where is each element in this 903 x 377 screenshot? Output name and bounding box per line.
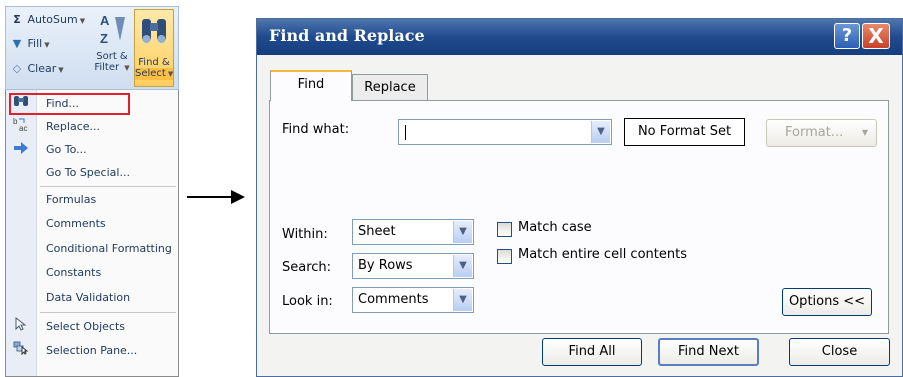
- svg-text:A: A: [100, 13, 110, 28]
- selection-pane-icon: [12, 340, 30, 362]
- find-highlight-box: [9, 93, 130, 115]
- menu-item-constants[interactable]: Constants: [6, 262, 178, 284]
- chevron-down-icon[interactable]: ▼: [591, 121, 610, 143]
- cursor-icon: [12, 316, 30, 338]
- chevron-down-icon[interactable]: ▼: [453, 221, 472, 243]
- menu-separator: [40, 186, 176, 187]
- chevron-down-icon[interactable]: ▼: [453, 255, 472, 277]
- match-case-label: Match case: [518, 220, 592, 235]
- find-what-label: Find what:: [282, 122, 350, 137]
- sort-filter-label-2: Filter ▼: [94, 62, 130, 73]
- close-window-button[interactable]: X: [862, 23, 890, 49]
- arrow-right-icon: [12, 139, 30, 161]
- find-tab-panel: Find what: ▼ No Format Set Format... ▼ W…: [269, 100, 889, 334]
- dropdown-arrow-icon: ▼: [861, 128, 868, 137]
- sort-filter-label-1: Sort &: [96, 51, 128, 62]
- close-button[interactable]: Close: [789, 338, 890, 366]
- sigma-icon: Σ: [13, 13, 21, 26]
- within-value: Sheet: [358, 224, 396, 239]
- dropdown-arrow-icon: ▼: [79, 17, 86, 25]
- menu-item-label: Formulas: [46, 193, 97, 206]
- menu-item-label: Selection Pane...: [46, 344, 138, 357]
- find-select-label-2: Select ▼: [135, 68, 174, 80]
- menu-item-label: Comments: [46, 217, 106, 230]
- find-select-label-1: Find &: [138, 57, 170, 68]
- sort-az-icon: A Z: [97, 11, 127, 47]
- menu-item-label: Select Objects: [46, 320, 125, 333]
- find-what-input[interactable]: ▼: [398, 119, 612, 145]
- options-button[interactable]: Options <<: [782, 288, 872, 316]
- fill-label: Fill: [27, 37, 43, 50]
- chevron-down-icon[interactable]: ▼: [453, 289, 472, 311]
- match-entire-label: Match entire cell contents: [518, 247, 687, 262]
- look-in-label: Look in:: [282, 294, 333, 309]
- menu-item-label: Data Validation: [46, 291, 131, 304]
- dialog-title: Find and Replace: [269, 26, 425, 45]
- menu-separator: [40, 312, 176, 313]
- match-entire-checkbox[interactable]: [497, 249, 512, 264]
- dialog-titlebar[interactable]: Find and Replace ? X: [257, 19, 902, 55]
- menu-item-conditional-formatting[interactable]: Conditional Formatting: [6, 238, 178, 260]
- match-case-checkbox[interactable]: [497, 222, 512, 237]
- no-format-set-box: No Format Set: [624, 118, 745, 146]
- menu-item-formulas[interactable]: Formulas: [6, 189, 178, 211]
- menu-item-label: Go To...: [46, 143, 87, 156]
- editing-ribbon-group: Σ AutoSum ▼ ▼ Fill ▼ ◇ Clear ▼ A Z Sort & F…: [5, 6, 179, 90]
- find-replace-dialog: Find and Replace ? X Find Replace Find w…: [256, 18, 903, 377]
- dropdown-arrow-icon: ▼: [44, 41, 50, 49]
- svg-text:ac: ac: [19, 124, 27, 132]
- binoculars-icon: [135, 10, 173, 57]
- menu-item-label: Conditional Formatting: [46, 242, 172, 255]
- menu-item-data-validation[interactable]: Data Validation: [6, 287, 178, 309]
- look-in-select[interactable]: Comments ▼: [352, 287, 474, 313]
- menu-item-selection-pane[interactable]: Selection Pane...: [6, 340, 178, 362]
- svg-text:Z: Z: [100, 31, 108, 46]
- replace-icon: b ac: [12, 116, 30, 141]
- menu-item-goto[interactable]: Go To...: [6, 139, 178, 161]
- look-in-value: Comments: [358, 292, 429, 307]
- clear-button[interactable]: ◇ Clear ▼: [10, 62, 64, 75]
- tab-find[interactable]: Find: [270, 70, 352, 101]
- autosum-button[interactable]: Σ AutoSum ▼: [10, 13, 85, 26]
- eraser-icon: ◇: [12, 62, 22, 75]
- within-label: Within:: [282, 227, 328, 242]
- menu-item-label: Go To Special...: [46, 166, 130, 179]
- svg-text:b: b: [13, 117, 18, 126]
- menu-item-comments[interactable]: Comments: [6, 213, 178, 235]
- pointer-arrow-line: [187, 196, 233, 198]
- search-value: By Rows: [358, 258, 413, 273]
- menu-item-label: Replace...: [46, 120, 101, 133]
- tab-replace-label: Replace: [364, 80, 416, 95]
- search-select[interactable]: By Rows ▼: [352, 253, 474, 279]
- menu-item-replace[interactable]: b ac Replace...: [6, 116, 178, 138]
- menu-item-select-objects[interactable]: Select Objects: [6, 316, 178, 338]
- format-button-label: Format...: [785, 125, 844, 140]
- autosum-label: AutoSum: [27, 13, 78, 26]
- clear-label: Clear: [27, 62, 57, 75]
- menu-item-label: Constants: [46, 266, 102, 279]
- find-all-button[interactable]: Find All: [542, 338, 642, 366]
- menu-item-goto-special[interactable]: Go To Special...: [6, 162, 178, 184]
- format-button[interactable]: Format... ▼: [766, 119, 877, 147]
- within-select[interactable]: Sheet ▼: [352, 219, 474, 245]
- tab-replace[interactable]: Replace: [352, 74, 428, 102]
- help-button[interactable]: ?: [834, 23, 860, 49]
- find-select-button[interactable]: Find & Select ▼: [134, 9, 174, 87]
- dropdown-arrow-icon: ▼: [58, 66, 64, 74]
- find-next-button[interactable]: Find Next: [658, 338, 759, 366]
- fill-down-icon: ▼: [12, 37, 22, 50]
- pointer-arrow-icon: [231, 190, 245, 204]
- text-caret: [405, 125, 406, 140]
- search-label: Search:: [282, 260, 332, 275]
- sort-filter-button[interactable]: A Z Sort & Filter ▼: [92, 11, 132, 89]
- tab-find-label: Find: [297, 77, 325, 92]
- fill-button[interactable]: ▼ Fill ▼: [10, 37, 50, 50]
- find-select-menu: Find... b ac Replace... Go To... Go To Sp…: [5, 90, 179, 377]
